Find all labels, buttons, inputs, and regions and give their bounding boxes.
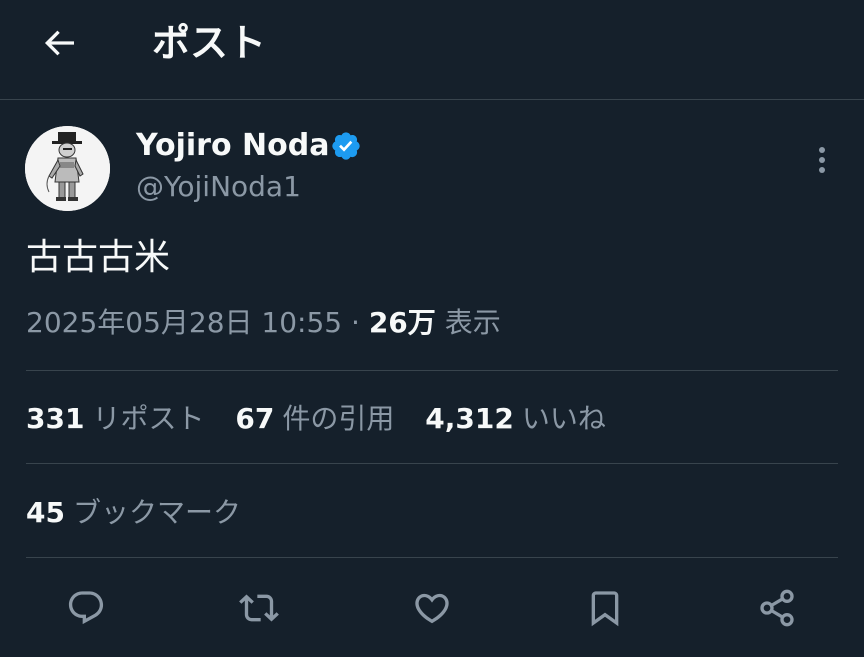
bookmark-button[interactable] — [581, 584, 629, 632]
more-vertical-icon — [819, 147, 825, 173]
author-handle[interactable]: @YojiNoda1 — [136, 168, 301, 206]
tweet-detail-page: ポスト Yojiro Noda @YojiNoda1 古古古米 2025年05月… — [0, 0, 864, 657]
views-label: 表示 — [444, 306, 501, 339]
divider — [26, 370, 838, 371]
tweet-meta: 2025年05月28日 10:55 · 26万 表示 — [26, 302, 501, 344]
reposts-label: リポスト — [92, 402, 205, 435]
back-button[interactable] — [34, 20, 84, 66]
quotes-stat[interactable]: 67 件の引用 — [235, 398, 394, 440]
repost-icon — [239, 594, 279, 622]
reply-button[interactable] — [62, 584, 110, 632]
reposts-count: 331 — [26, 402, 85, 435]
divider — [26, 463, 838, 464]
author-name[interactable]: Yojiro Noda — [136, 126, 329, 166]
repost-button[interactable] — [235, 584, 283, 632]
avatar-illustration-icon — [25, 126, 110, 211]
reply-icon — [68, 591, 104, 625]
likes-label: いいね — [521, 402, 606, 435]
bookmarks-label: ブックマーク — [72, 496, 241, 529]
likes-count: 4,312 — [425, 402, 514, 435]
share-button[interactable] — [753, 584, 801, 632]
like-button[interactable] — [408, 584, 456, 632]
quotes-label: 件の引用 — [282, 402, 395, 435]
bookmark-icon — [591, 591, 619, 627]
avatar[interactable] — [25, 126, 110, 211]
engagement-stats: 331 リポスト 67 件の引用 4,312 いいね — [26, 398, 628, 440]
verified-badge-icon — [332, 132, 360, 160]
more-options-button[interactable] — [806, 140, 838, 180]
share-icon — [760, 589, 794, 627]
tweet-timestamp[interactable]: 2025年05月28日 10:55 — [26, 306, 342, 339]
meta-separator: · — [351, 306, 360, 339]
arrow-left-icon — [44, 30, 74, 56]
like-icon — [415, 593, 449, 624]
likes-stat[interactable]: 4,312 いいね — [425, 398, 606, 440]
reposts-stat[interactable]: 331 リポスト — [26, 398, 204, 440]
tweet-text: 古古古米 — [26, 237, 171, 278]
quotes-count: 67 — [235, 402, 275, 435]
top-bar: ポスト — [0, 0, 864, 100]
divider — [26, 557, 838, 558]
views-count: 26万 — [368, 306, 436, 339]
bookmarks-count: 45 — [26, 496, 65, 529]
page-title: ポスト — [152, 21, 267, 65]
bookmarks-stat[interactable]: 45 ブックマーク — [26, 492, 241, 534]
